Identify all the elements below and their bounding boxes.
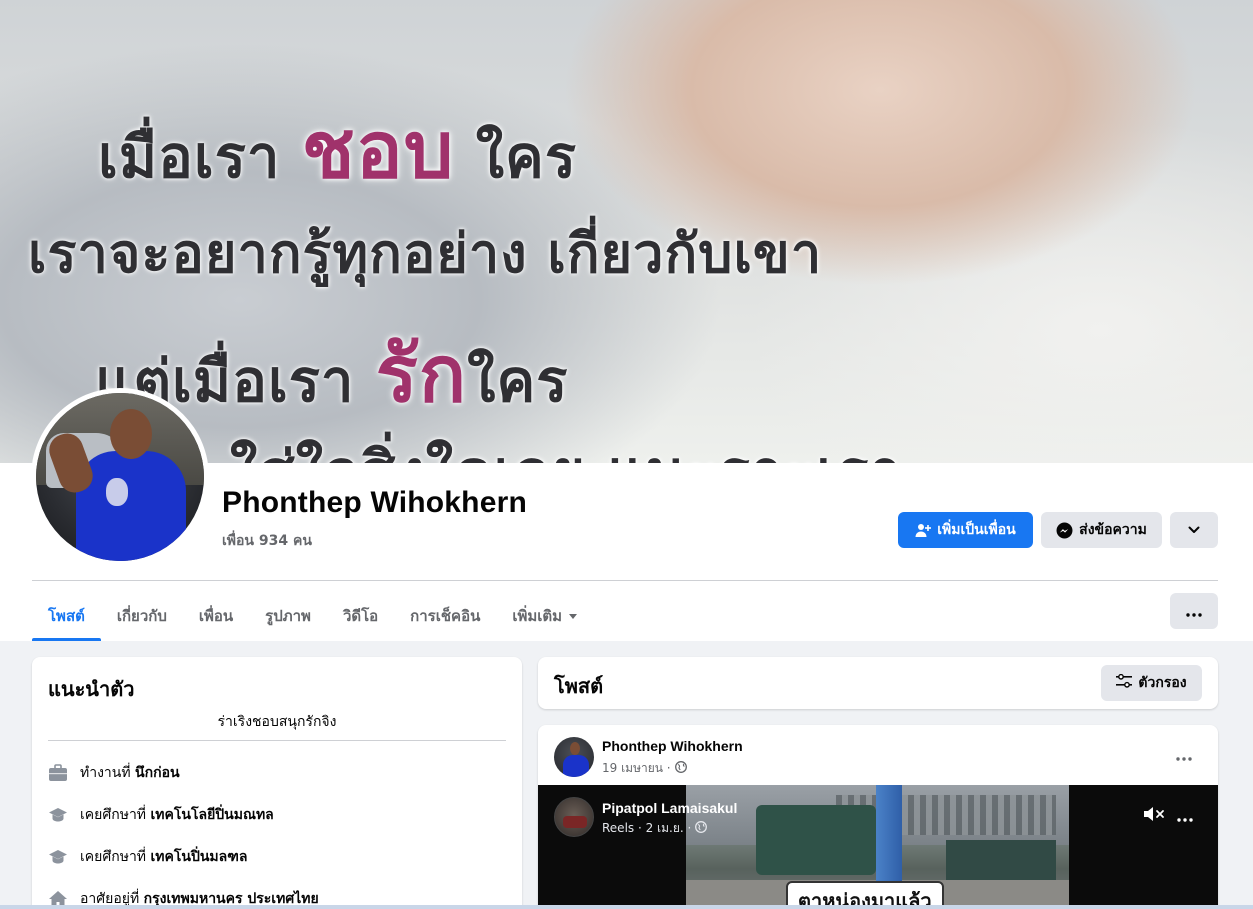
- tab-posts[interactable]: โพสต์: [32, 590, 101, 641]
- add-friend-icon: [915, 522, 932, 538]
- profile-photo: [36, 393, 204, 561]
- graduation-cap-icon: [48, 805, 68, 825]
- tab-checkins[interactable]: การเช็คอิน: [394, 590, 496, 641]
- intro-title: แนะนำตัว: [48, 677, 135, 701]
- window-bottom-edge: [0, 905, 1253, 909]
- messenger-icon: [1056, 522, 1073, 539]
- reel-video[interactable]: ตาหน่องมาแล้ว: [686, 785, 1069, 909]
- globe-icon: [674, 761, 687, 776]
- add-friend-label: เพิ่มเป็นเพื่อน: [937, 522, 1016, 538]
- mute-button[interactable]: [1142, 805, 1166, 827]
- briefcase-icon: [48, 763, 68, 783]
- post-date[interactable]: 19 เมษายน ·: [602, 759, 671, 778]
- globe-icon: [695, 821, 708, 836]
- post-author-name[interactable]: Phonthep Wihokhern: [602, 738, 743, 754]
- cover-text-line-4: ใส่ใจสิ่งใดเลย แนะราะเรา: [230, 425, 903, 463]
- post-author-avatar[interactable]: [554, 737, 594, 777]
- header-divider: [32, 580, 1218, 581]
- filter-button[interactable]: ตัวกรอง: [1101, 665, 1202, 701]
- add-friend-button[interactable]: เพิ่มเป็นเพื่อน: [898, 512, 1033, 548]
- speaker-muted-icon: [1143, 806, 1165, 826]
- post-meta: 19 เมษายน ·: [602, 759, 687, 778]
- post-card: Phonthep Wihokhern 19 เมษายน · ตาหน่องมา…: [538, 725, 1218, 909]
- intro-item-education-2: เคยศึกษาที่ เทคโนปิ่นมลฑล: [48, 846, 247, 868]
- profile-avatar[interactable]: [31, 388, 209, 566]
- tab-photos[interactable]: รูปภาพ: [249, 590, 327, 641]
- cover-text-line-2: เราจะอยากรู้ทุกอย่าง เกี่ยวกับเขา: [28, 222, 823, 285]
- shared-author-avatar[interactable]: [554, 797, 594, 837]
- intro-bio: ร่าเริงชอบสนุกรักจิง: [217, 714, 337, 730]
- intro-item-work: ทำงานที่ นึกก่อน: [48, 762, 180, 784]
- intro-item-value[interactable]: เทคโนปิ่นมลฑล: [151, 849, 248, 865]
- shared-author-name[interactable]: Pipatpol Lamaisakul: [602, 800, 737, 816]
- intro-divider: [48, 740, 506, 741]
- intro-item-prefix: เคยศึกษาที่: [80, 807, 151, 823]
- filter-icon: [1116, 673, 1133, 692]
- message-button[interactable]: ส่งข้อความ: [1041, 512, 1162, 548]
- tab-about[interactable]: เกี่ยวกับ: [101, 590, 183, 641]
- profile-options-button[interactable]: [1170, 512, 1218, 548]
- intro-item-value[interactable]: เทคโนโลยีปิ่นมณทล: [151, 807, 274, 823]
- reel-options-button[interactable]: [1172, 805, 1198, 827]
- profile-tabs: โพสต์ เกี่ยวกับ เพื่อน รูปภาพ วิดีโอ การ…: [32, 590, 594, 641]
- ellipsis-icon: [1176, 746, 1192, 765]
- ellipsis-icon: [1186, 602, 1202, 621]
- filter-label: ตัวกรอง: [1138, 675, 1187, 691]
- posts-title: โพสต์: [554, 674, 604, 698]
- shared-date[interactable]: Reels · 2 เม.ย. ·: [602, 819, 691, 838]
- posts-header-card: โพสต์ ตัวกรอง: [538, 657, 1218, 709]
- intro-item-education-1: เคยศึกษาที่ เทคโนโลยีปิ่นมณทล: [48, 804, 274, 826]
- friends-count[interactable]: เพื่อน 934 คน: [222, 530, 312, 552]
- chevron-down-icon: [1187, 523, 1201, 537]
- ellipsis-icon: [1177, 807, 1193, 826]
- graduation-cap-icon: [48, 847, 68, 867]
- tab-more[interactable]: เพิ่มเติม: [496, 590, 594, 641]
- profile-name: Phonthep Wihokhern: [222, 486, 527, 519]
- cover-text-line-1: เมื่อเรา ชอบ ใคร: [98, 105, 577, 196]
- tab-friends[interactable]: เพื่อน: [183, 590, 249, 641]
- shared-reel[interactable]: ตาหน่องมาแล้ว Pipatpol Lamaisakul Reels …: [538, 785, 1218, 909]
- intro-item-prefix: ทำงานที่: [80, 765, 136, 781]
- intro-card: แนะนำตัว ร่าเริงชอบสนุกรักจิง ทำงานที่ น…: [32, 657, 522, 909]
- tabs-more-options-button[interactable]: [1170, 593, 1218, 629]
- post-options-button[interactable]: [1166, 741, 1202, 769]
- shared-meta: Reels · 2 เม.ย. ·: [602, 819, 708, 838]
- message-label: ส่งข้อความ: [1079, 522, 1147, 538]
- tab-videos[interactable]: วิดีโอ: [327, 590, 394, 641]
- intro-item-prefix: เคยศึกษาที่: [80, 849, 151, 865]
- caret-down-icon: [568, 607, 578, 625]
- intro-item-value[interactable]: นึกก่อน: [135, 765, 180, 781]
